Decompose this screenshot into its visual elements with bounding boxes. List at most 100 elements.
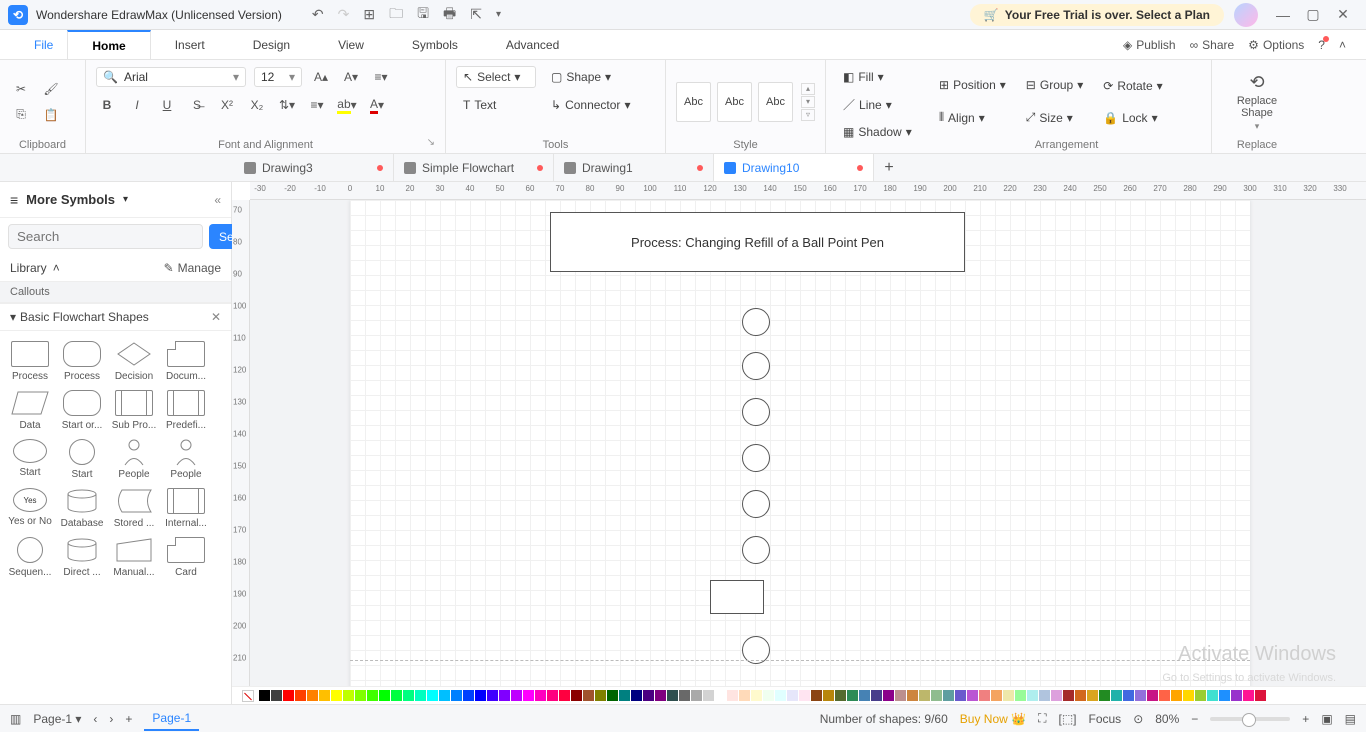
color-swatch[interactable] <box>607 690 618 701</box>
color-swatch[interactable] <box>667 690 678 701</box>
shape-stencil[interactable]: Internal... <box>160 484 212 533</box>
color-swatch[interactable] <box>811 690 822 701</box>
color-swatch[interactable] <box>991 690 1002 701</box>
color-swatch[interactable] <box>1255 690 1266 701</box>
style-gallery-scroll[interactable]: ▴▾▿ <box>801 83 815 121</box>
text-tool[interactable]: T Text <box>456 94 536 116</box>
tab-insert[interactable]: Insert <box>151 30 229 59</box>
font-color-icon[interactable]: A▾ <box>366 94 388 116</box>
color-swatch[interactable] <box>859 690 870 701</box>
color-swatch[interactable] <box>739 690 750 701</box>
shape-stencil[interactable]: Sub Pro... <box>108 386 160 435</box>
subscript-icon[interactable]: X₂ <box>246 94 268 116</box>
page[interactable]: Process: Changing Refill of a Ball Point… <box>350 200 1250 686</box>
color-swatch[interactable] <box>403 690 414 701</box>
color-swatch[interactable] <box>1171 690 1182 701</box>
shape-stencil[interactable]: Sequen... <box>4 533 56 582</box>
shape-stencil[interactable]: Start <box>56 435 108 484</box>
help-button[interactable]: ? <box>1318 38 1325 52</box>
doctab-simple-flowchart[interactable]: Simple Flowchart <box>394 154 554 181</box>
color-swatch[interactable] <box>283 690 294 701</box>
panel-toggle-icon[interactable]: ▤ <box>1345 712 1356 726</box>
print-icon[interactable]: 🖶 <box>443 3 456 27</box>
shape-stencil[interactable]: YesYes or No <box>4 484 56 533</box>
color-swatch[interactable] <box>1015 690 1026 701</box>
shape-stencil[interactable]: Start <box>4 435 56 484</box>
color-swatch[interactable] <box>847 690 858 701</box>
copy-icon[interactable]: ⎘ <box>10 104 32 126</box>
color-swatch[interactable] <box>487 690 498 701</box>
color-swatch[interactable] <box>331 690 342 701</box>
color-swatch[interactable] <box>835 690 846 701</box>
page-combo[interactable]: Page-1 ▾ <box>33 712 81 726</box>
minimize-button[interactable]: — <box>1268 7 1298 23</box>
color-swatch[interactable] <box>523 690 534 701</box>
color-swatch[interactable] <box>619 690 630 701</box>
page-next[interactable]: › <box>109 712 113 726</box>
zoom-slider[interactable] <box>1210 717 1290 721</box>
color-swatch[interactable] <box>1111 690 1122 701</box>
undo-icon[interactable]: ↶ <box>312 6 324 23</box>
doctab-drawing1[interactable]: Drawing1 <box>554 154 714 181</box>
color-swatch[interactable] <box>1243 690 1254 701</box>
tab-home[interactable]: Home <box>67 30 150 59</box>
color-swatch[interactable] <box>307 690 318 701</box>
bold-icon[interactable]: B <box>96 94 118 116</box>
style-preset-2[interactable]: Abc <box>717 82 752 122</box>
shape-stencil[interactable]: Stored ... <box>108 484 160 533</box>
hamburger-icon[interactable]: ≡ <box>10 192 18 208</box>
share-button[interactable]: ∞ Share <box>1190 38 1235 52</box>
focus-icon[interactable]: [⬚] <box>1058 712 1076 726</box>
lock-button[interactable]: 🔒 Lock▾ <box>1096 107 1169 129</box>
buy-now-link[interactable]: Buy Now 👑 <box>960 712 1026 726</box>
color-swatch[interactable] <box>1195 690 1206 701</box>
no-fill-icon[interactable] <box>242 690 254 702</box>
color-swatch[interactable] <box>919 690 930 701</box>
rotate-button[interactable]: ⟳ Rotate▾ <box>1096 75 1169 97</box>
color-swatch[interactable] <box>691 690 702 701</box>
color-swatch[interactable] <box>955 690 966 701</box>
color-swatch[interactable] <box>967 690 978 701</box>
fullscreen-icon[interactable]: ⛶ <box>1038 711 1046 726</box>
color-swatch[interactable] <box>1123 690 1134 701</box>
color-swatch[interactable] <box>475 690 486 701</box>
color-swatch[interactable] <box>511 690 522 701</box>
style-preset-1[interactable]: Abc <box>676 82 711 122</box>
circle-shape-2[interactable] <box>742 352 770 380</box>
page-tab[interactable]: Page-1 <box>144 707 199 731</box>
color-swatch[interactable] <box>439 690 450 701</box>
color-swatch[interactable] <box>979 690 990 701</box>
color-swatch[interactable] <box>1135 690 1146 701</box>
cut-icon[interactable]: ✂ <box>10 78 32 100</box>
zoom-out-button[interactable]: − <box>1191 712 1198 726</box>
font-name-combo[interactable]: 🔍Arial▾ <box>96 67 246 87</box>
sidebar-collapse-icon[interactable]: « <box>214 193 221 207</box>
callouts-header[interactable]: Callouts <box>0 281 231 303</box>
color-swatch[interactable] <box>907 690 918 701</box>
shape-stencil[interactable]: Decision <box>108 337 160 386</box>
shape-stencil[interactable]: Predefi... <box>160 386 212 435</box>
color-swatch[interactable] <box>571 690 582 701</box>
align-menu-icon[interactable]: ≡▾ <box>370 66 392 88</box>
color-swatch[interactable] <box>1063 690 1074 701</box>
style-preset-3[interactable]: Abc <box>758 82 793 122</box>
connector-tool[interactable]: ↳ Connector ▾ <box>544 94 637 116</box>
color-swatch[interactable] <box>343 690 354 701</box>
group-button[interactable]: ⊟ Group▾ <box>1019 74 1090 96</box>
trial-banner[interactable]: 🛒 Your Free Trial is over. Select a Plan <box>970 4 1224 26</box>
color-swatch[interactable] <box>379 690 390 701</box>
open-icon[interactable]: 🗀 <box>389 3 403 27</box>
color-swatch[interactable] <box>547 690 558 701</box>
color-swatch[interactable] <box>1231 690 1242 701</box>
tab-view[interactable]: View <box>314 30 388 59</box>
color-swatch[interactable] <box>499 690 510 701</box>
bullets-icon[interactable]: ≡▾ <box>306 94 328 116</box>
circle-shape-5[interactable] <box>742 490 770 518</box>
maximize-button[interactable]: ▢ <box>1298 6 1328 23</box>
color-swatch[interactable] <box>451 690 462 701</box>
tab-symbols[interactable]: Symbols <box>388 30 482 59</box>
category-close-icon[interactable]: ✕ <box>211 310 221 324</box>
color-swatch[interactable] <box>1159 690 1170 701</box>
position-button[interactable]: ⊞ Position▾ <box>932 74 1013 96</box>
shape-stencil[interactable]: Start or... <box>56 386 108 435</box>
